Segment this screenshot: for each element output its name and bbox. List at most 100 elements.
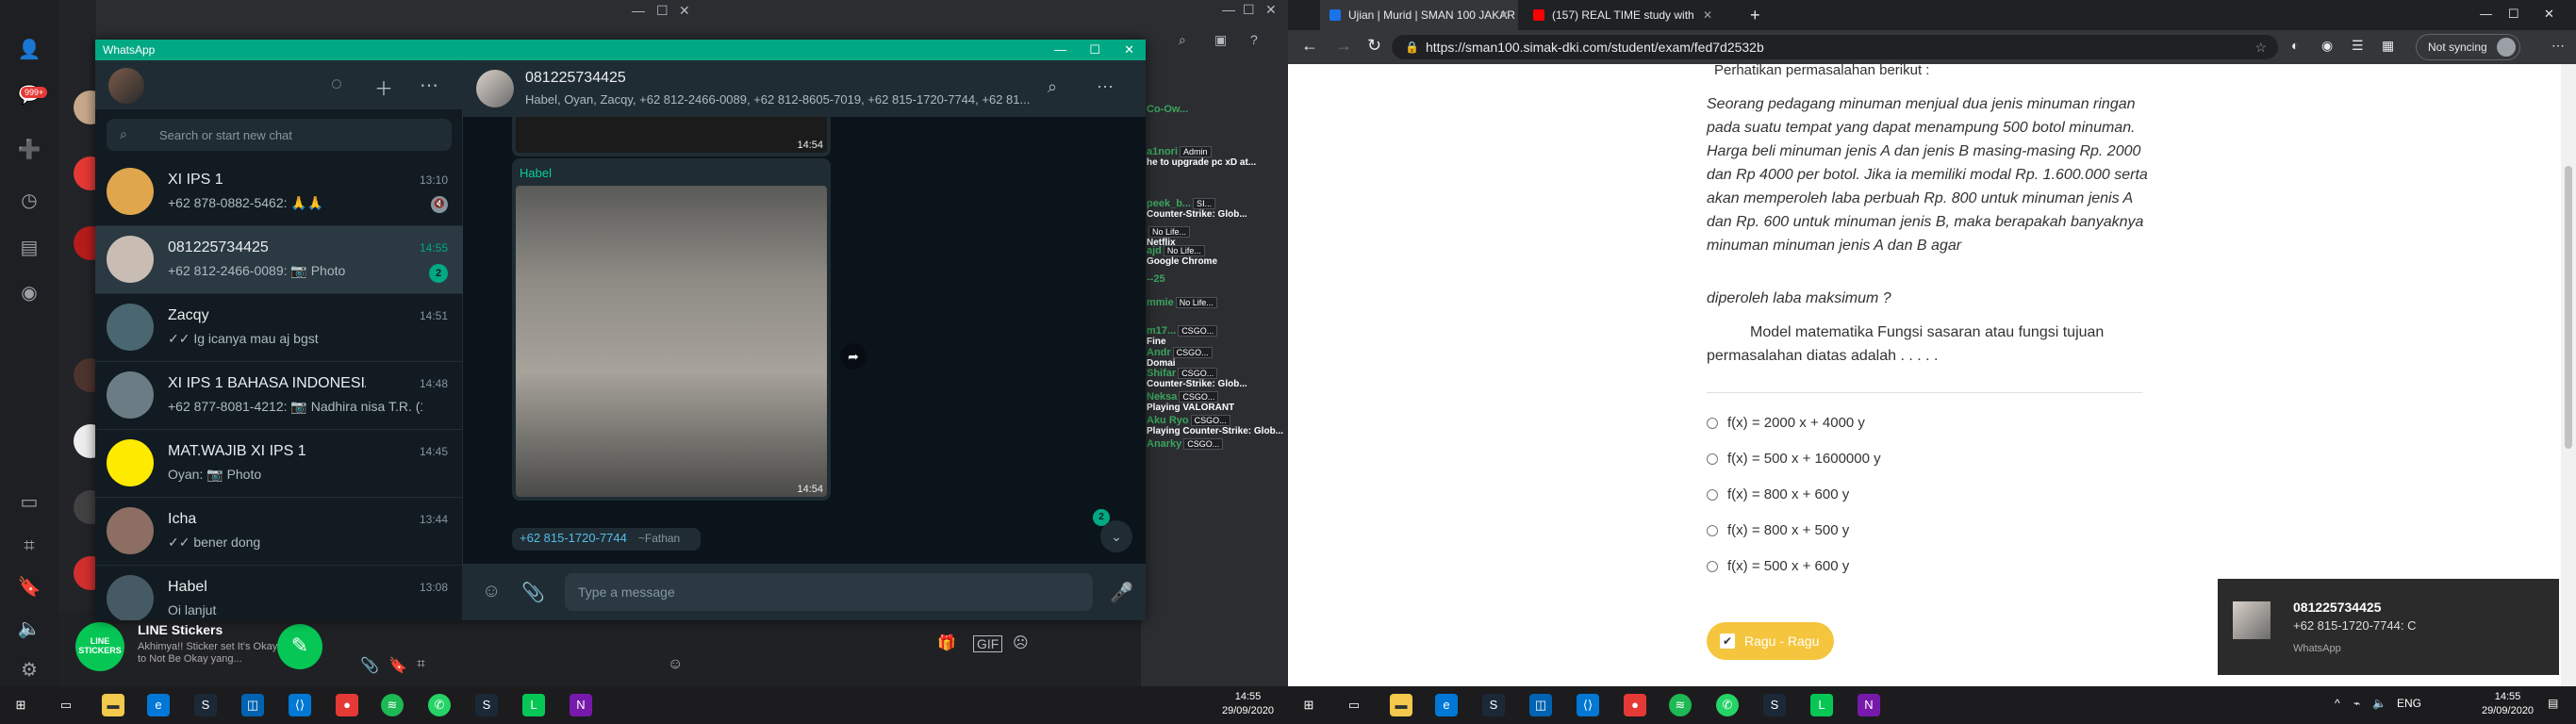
add-friend-icon[interactable]: ➕ xyxy=(17,138,41,162)
chat-list-item[interactable]: MAT.WAJIB XI IPS 1 Oyan: 📷 Photo 14:45 xyxy=(95,430,463,498)
member-list-item[interactable]: mmie No Life... xyxy=(1147,297,1288,308)
star-icon[interactable]: ☆ xyxy=(2254,35,2267,59)
member-list-item[interactable]: a1nori Admin he to upgrade pc xD at... xyxy=(1147,146,1288,168)
answer-option[interactable]: f(x) = 500 x + 1600000 y xyxy=(1707,451,1881,467)
gif-button[interactable]: GIF xyxy=(973,635,1003,652)
member-list-item[interactable]: Andr CSGO... Domai xyxy=(1147,347,1288,369)
member-list-item[interactable]: Anarky CSGO... xyxy=(1147,438,1288,450)
close-icon[interactable]: ✕ xyxy=(1265,2,1277,18)
minimize-icon[interactable]: — xyxy=(2480,0,2492,28)
emoji-icon[interactable]: ☹ xyxy=(1013,634,1029,652)
timeline-icon[interactable]: ◷ xyxy=(17,189,41,213)
clock[interactable]: 14:55 29/09/2020 xyxy=(2482,690,2534,718)
radio-button[interactable] xyxy=(1707,418,1718,430)
minimize-icon[interactable]: — xyxy=(1222,2,1235,17)
steam-icon[interactable]: S xyxy=(1763,694,1786,716)
photo[interactable] xyxy=(516,186,827,497)
maximize-icon[interactable]: ☐ xyxy=(656,3,669,19)
menu-icon[interactable]: ⋯ xyxy=(420,74,438,97)
vscode-icon[interactable]: ⟨⟩ xyxy=(1577,694,1599,716)
attach-icon[interactable]: 📎 xyxy=(360,656,379,675)
sync-button[interactable]: Not syncing xyxy=(2416,34,2520,60)
inbox-icon[interactable]: ▣ xyxy=(1214,32,1227,48)
bookmark-icon[interactable]: 🔖 xyxy=(17,575,41,600)
language-indicator[interactable]: ENG xyxy=(2397,697,2421,710)
member-list-item[interactable]: m17... CSGO... Fine xyxy=(1147,325,1288,347)
browser-tab[interactable]: Ujian | Murid | SMAN 100 JAKAR ✕ xyxy=(1320,0,1518,30)
close-icon[interactable]: ✕ xyxy=(679,3,690,19)
radio-button[interactable] xyxy=(1707,453,1718,466)
whatsapp-icon[interactable]: ✆ xyxy=(1716,694,1739,716)
crop-icon[interactable]: ⌗ xyxy=(417,656,425,673)
avatar[interactable] xyxy=(476,70,514,107)
line-icon[interactable]: ◉ xyxy=(17,281,41,305)
member-list-item[interactable]: peek_b... SI... Counter-Strike: Glob... xyxy=(1147,198,1288,220)
notification-toast[interactable]: 081225734425 +62 815-1720-7744: C WhatsA… xyxy=(2218,579,2559,675)
forward-icon[interactable]: → xyxy=(1335,36,1352,56)
news-icon[interactable]: ▤ xyxy=(17,236,41,260)
line-icon[interactable]: L xyxy=(522,694,545,716)
whatsapp-icon[interactable]: ✆ xyxy=(428,694,451,716)
start-icon[interactable]: ⊞ xyxy=(9,694,32,716)
friends-icon[interactable]: 👤 xyxy=(17,38,41,62)
search-icon[interactable]: ⌕ xyxy=(1048,77,1057,97)
status-icon[interactable]: ◌ xyxy=(331,74,342,95)
task-view-icon[interactable]: ▭ xyxy=(1343,694,1365,716)
menu-icon[interactable]: ⋯ xyxy=(1097,77,1114,97)
chat-list-item[interactable]: 081225734425 +62 812-2466-0089: 📷 Photo 14… xyxy=(95,226,463,294)
keep-icon[interactable]: ▭ xyxy=(17,490,41,515)
tray-chevron-icon[interactable]: ^ xyxy=(2335,697,2340,710)
store-icon[interactable]: ◫ xyxy=(241,694,264,716)
volume-icon[interactable]: 🔈 xyxy=(2372,697,2386,710)
text-message[interactable]: +62 815-1720-7744 ~Fathan xyxy=(512,528,701,551)
lock-icon[interactable]: 🔒 xyxy=(1405,35,1419,59)
ragu-ragu-button[interactable]: ✔ Ragu - Ragu xyxy=(1707,622,1835,660)
reading-list-icon[interactable]: ☰ xyxy=(2352,38,2364,54)
chat-list-item[interactable]: XI IPS 1 BAHASA INDONESIA +62 877-8081-42… xyxy=(95,362,463,430)
answer-option[interactable]: f(x) = 500 x + 600 y xyxy=(1707,558,1849,574)
spotify-icon[interactable]: ≋ xyxy=(381,694,404,716)
task-view-icon[interactable]: ▭ xyxy=(55,694,77,716)
maximize-icon[interactable]: ☐ xyxy=(1243,2,1255,18)
clock[interactable]: 14:55 29/09/2020 xyxy=(1222,690,1274,718)
bookmark-icon[interactable]: 🔖 xyxy=(388,656,407,675)
chat-list-item[interactable]: Icha ✓✓ bener dong 13:44 xyxy=(95,498,463,566)
store-icon[interactable]: ◫ xyxy=(1529,694,1552,716)
start-icon[interactable]: ⊞ xyxy=(1297,694,1320,716)
maximize-icon[interactable]: ☐ xyxy=(1089,40,1100,60)
answer-option[interactable]: f(x) = 2000 x + 4000 y xyxy=(1707,415,1865,431)
attach-icon[interactable]: 📎 xyxy=(521,581,545,604)
microphone-icon[interactable]: 🎤 xyxy=(1110,581,1133,604)
file-explorer-icon[interactable]: ▬ xyxy=(1390,694,1412,716)
steam-icon[interactable]: S xyxy=(475,694,498,716)
minimize-icon[interactable]: — xyxy=(632,3,645,18)
close-tab-icon[interactable]: ✕ xyxy=(1703,0,1712,30)
settings-icon[interactable]: ⚙ xyxy=(17,658,41,683)
menu-icon[interactable]: ⋯ xyxy=(2551,38,2565,54)
image-message[interactable]: 14:54 xyxy=(512,117,831,156)
line-icon[interactable]: L xyxy=(1810,694,1833,716)
new-chat-button[interactable]: ✎ xyxy=(277,624,322,669)
steam-icon[interactable]: S xyxy=(194,694,217,716)
steam-icon[interactable]: S xyxy=(1482,694,1505,716)
crop-icon[interactable]: ⌗ xyxy=(17,534,41,558)
new-chat-icon[interactable]: ＋ xyxy=(374,74,393,101)
close-icon[interactable]: ✕ xyxy=(1124,40,1134,60)
photo[interactable] xyxy=(516,117,827,153)
onenote-icon[interactable]: N xyxy=(1858,694,1880,716)
address-bar[interactable]: 🔒 https://sman100.simak-dki.com/student/… xyxy=(1392,35,2278,59)
network-icon[interactable]: ⌁ xyxy=(2353,697,2360,710)
line-stickers-icon[interactable]: LINE STICKERS xyxy=(75,622,124,671)
app-icon[interactable]: ● xyxy=(1624,694,1646,716)
image-message[interactable]: Habel 14:54 xyxy=(512,158,831,501)
emoji-icon[interactable]: ☺ xyxy=(668,656,683,673)
reload-icon[interactable]: ↻ xyxy=(1367,36,1381,56)
edge-icon[interactable]: e xyxy=(1435,694,1458,716)
member-list-item[interactable]: Aku Ryo CSGO... Playing Counter-Strike: Gl… xyxy=(1147,415,1288,436)
message-sender[interactable]: +62 815-1720-7744 xyxy=(516,527,631,551)
vscode-icon[interactable]: ⟨⟩ xyxy=(289,694,311,716)
close-icon[interactable]: ✕ xyxy=(2544,0,2554,28)
speaker-icon[interactable]: 🔈 xyxy=(17,617,41,641)
answer-option[interactable]: f(x) = 800 x + 600 y xyxy=(1707,486,1849,502)
minimize-icon[interactable]: — xyxy=(1054,40,1066,60)
